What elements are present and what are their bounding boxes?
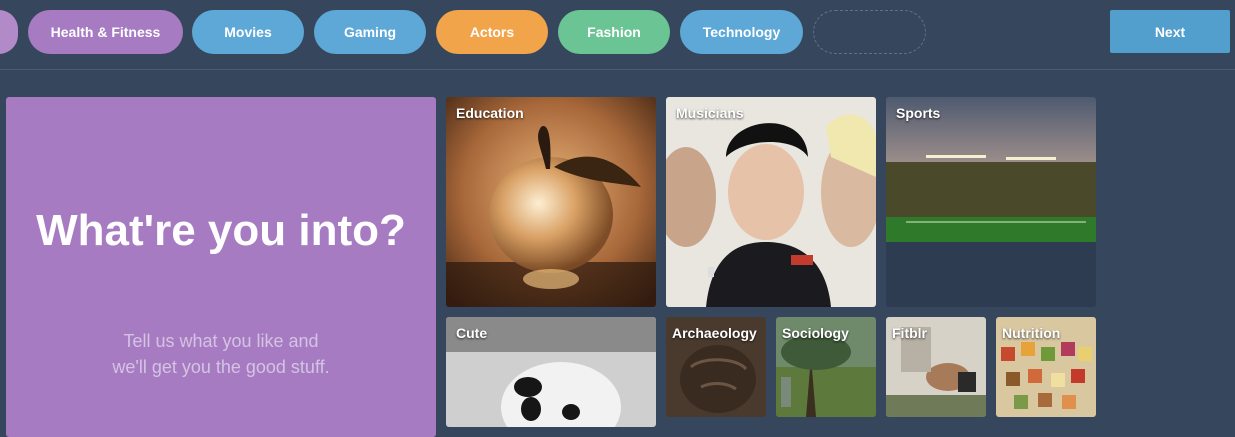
pill-gaming[interactable]: Gaming [314,10,426,54]
tile-label: Nutrition [1002,325,1061,341]
tile-label: Fitblr [892,325,927,341]
pill-actors[interactable]: Actors [436,10,548,54]
tile-nutrition[interactable]: Nutrition [996,317,1096,417]
tile-label: Cute [456,325,488,341]
tile-fitblr[interactable]: Fitblr [886,317,986,417]
pill-technology[interactable]: Technology [680,10,803,54]
tile-sociology[interactable]: Sociology [776,317,876,417]
tile-education[interactable]: Education [446,97,656,307]
pill-health-fitness[interactable]: Health & Fitness [28,10,183,54]
sports-image [886,97,1096,307]
tile-sports[interactable]: Sports [886,97,1096,307]
tile-label: Education [456,105,524,121]
intro-title: What're you into? [36,206,406,255]
tile-musicians[interactable]: Musicians [666,97,876,307]
pill-fashion[interactable]: Fashion [558,10,670,54]
tile-label: Sociology [782,325,849,341]
tile-label: Archaeology [672,325,757,341]
intro-panel: What're you into? Tell us what you like … [6,97,436,437]
musicians-image [666,97,876,307]
tile-label: Musicians [676,105,744,121]
intro-subtitle: Tell us what you like and we'll get you … [112,331,330,377]
tile-archaeology[interactable]: Archaeology [666,317,766,417]
next-button[interactable]: Next [1110,10,1230,53]
empty-pill-slot [813,10,926,54]
tile-cute[interactable]: Cute [446,317,656,427]
education-image [446,97,656,307]
pill-partial[interactable] [0,10,18,54]
tile-label: Sports [896,105,941,121]
category-bar: Health & Fitness Movies Gaming Actors Fa… [0,0,1235,70]
pill-movies[interactable]: Movies [192,10,304,54]
